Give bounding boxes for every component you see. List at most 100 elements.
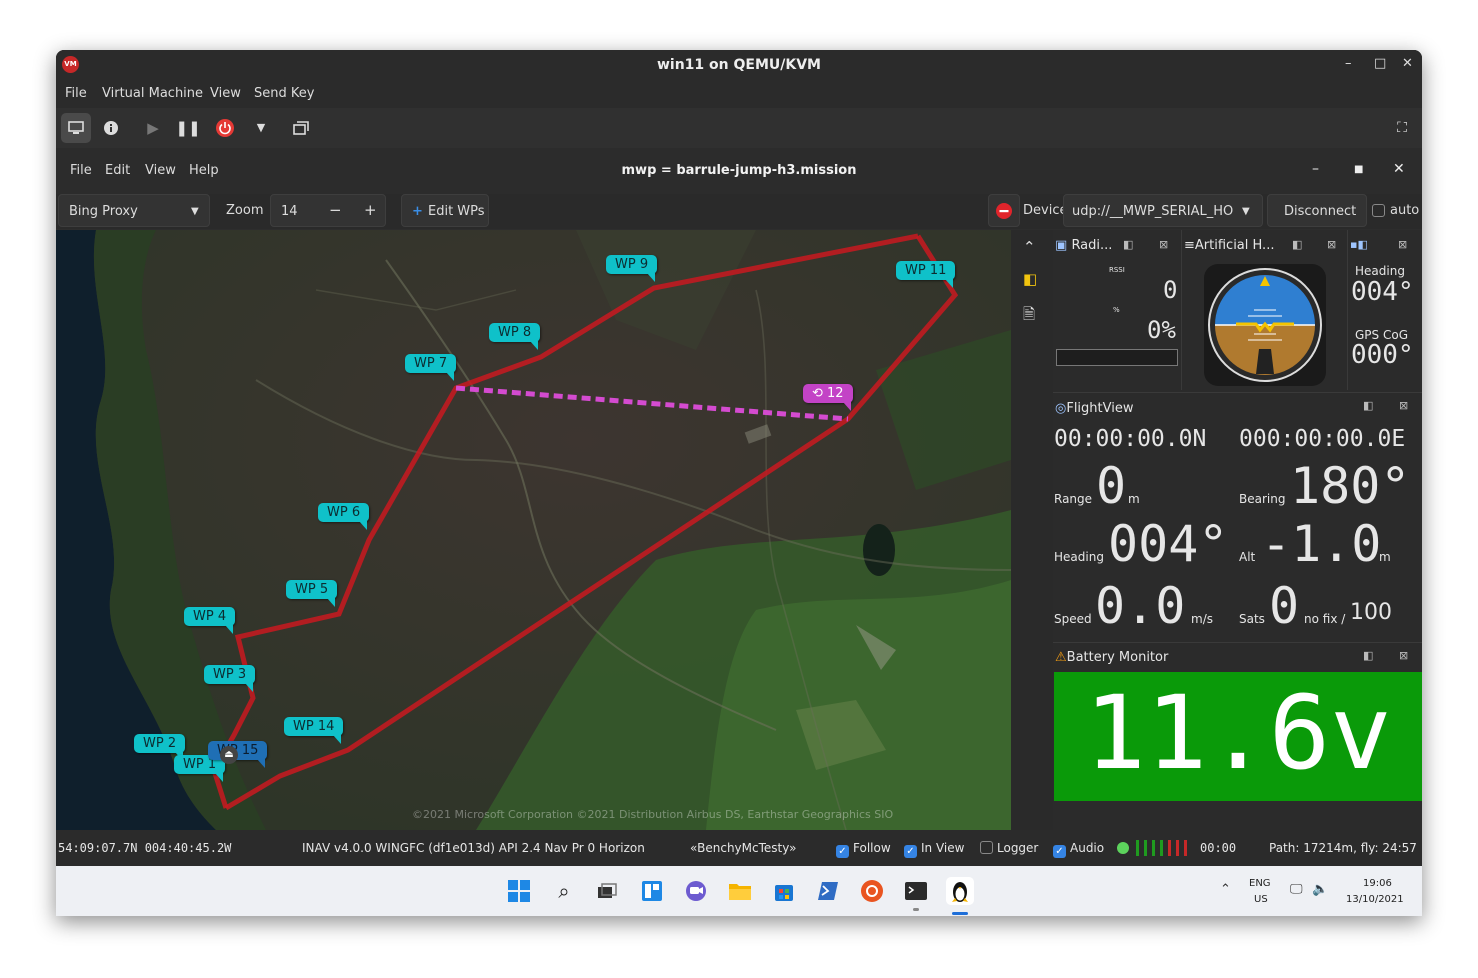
start-button[interactable] [505,877,533,905]
waypoint-2[interactable]: WP 2 [134,734,186,761]
bearing-label: Bearing [1239,492,1286,506]
audio-toggle[interactable]: ✓ Audio [1053,841,1104,858]
device-select[interactable]: udp://__MWP_SERIAL_HO ▼ [1063,194,1263,227]
flightview-panel: ◎FlightView ◧ ⊠ 00:00:00.0N 000:00:00.0E… [1053,392,1422,643]
radio-panel-float-icon[interactable]: ◧ [1123,238,1133,251]
logger-toggle[interactable]: Logger [980,841,1038,855]
waypoint-9[interactable]: WP 9 [606,255,658,282]
store-button[interactable] [770,877,798,905]
host-menu-file[interactable]: File [65,86,87,101]
map-source-value: Bing Proxy [69,204,138,219]
waypoint-5[interactable]: WP 5 [286,580,338,607]
linux-app-button[interactable] [946,877,974,905]
waypoint-4[interactable]: WP 4 [184,607,236,634]
store-icon [775,885,793,901]
waypoint-3[interactable]: WP 3 [204,665,256,692]
latitude-value: 00:00:00.0N [1054,426,1207,452]
windows-taskbar: ⌕ ⌃ ENG US 🖵 🔈 19:06 13/10/2021 [56,866,1422,916]
waypoint-6[interactable]: WP 6 [318,503,370,530]
maximize-icon[interactable]: □ [1374,56,1386,71]
status-bar: 54:09:07.7N 004:40:45.2W INAV v4.0.0 WIN… [56,830,1422,866]
details-button[interactable] [96,113,126,143]
radio-title: Radi... [1071,238,1113,253]
battery-float-icon[interactable]: ◧ [1363,649,1373,662]
fullscreen-button[interactable]: ⛶ [1387,113,1417,143]
tux-penguin-icon [952,882,968,902]
connection-status-button[interactable] [988,194,1020,227]
alt-label: Alt [1239,550,1256,564]
run-button[interactable]: ▶ [138,113,168,143]
app-maximize-icon[interactable]: ■ [1354,164,1363,175]
battery-close-icon[interactable]: ⊠ [1399,649,1408,662]
map-view[interactable]: WP 9 WP 11 WP 8 WP 7 WP 6 WP 5 WP 4 WP 3… [56,230,1011,830]
host-menu-view[interactable]: View [210,86,241,101]
wind-icon[interactable]: ⌃ [1023,238,1036,256]
battery-icon[interactable]: ◧ [1023,270,1037,288]
waypoint-14[interactable]: WP 14 [284,717,344,744]
monitor-icon [68,121,84,134]
flight-timer: 00:00 [1200,841,1237,855]
map-source-select[interactable]: Bing Proxy ▼ [58,194,210,227]
horizon-panel-title: ≡Artificial H... [1184,238,1274,253]
app-close-icon[interactable]: ✕ [1393,161,1405,177]
file-explorer-button[interactable] [726,877,754,905]
radio-panel-close-icon[interactable]: ⊠ [1159,238,1168,251]
search-button[interactable]: ⌕ [550,877,578,905]
zoom-spinner[interactable]: 14 − + [270,194,386,227]
map-attribution: ©2021 Microsoft Corporation ©2021 Distri… [412,808,894,821]
map-imagery [56,230,1011,830]
waypoint-7[interactable]: WP 7 [405,354,457,381]
disconnect-button[interactable]: Disconnect [1267,194,1367,227]
pause-button[interactable]: ❚❚ [173,113,203,143]
clock-time[interactable]: 19:06 [1363,878,1392,889]
waypoint-11[interactable]: WP 11 [896,261,956,288]
shutdown-menu-button[interactable]: ▼ [246,113,276,143]
widgets-button[interactable] [638,877,666,905]
chevron-up-icon[interactable]: ⌃ [1220,882,1231,897]
active-indicator [952,912,968,915]
snapshot-icon [293,121,309,135]
snapshots-button[interactable] [286,113,316,143]
auto-checkbox[interactable] [1372,204,1385,217]
windows-logo-icon [508,880,530,902]
hdop-value: 100 [1350,600,1392,625]
chat-button[interactable] [682,877,710,905]
document-search-icon[interactable]: 🗎 [1023,304,1035,329]
lang-bottom[interactable]: US [1254,894,1268,905]
host-menu-send-key[interactable]: Send Key [254,86,314,101]
minimize-icon[interactable]: – [1345,56,1352,71]
close-icon[interactable]: ✕ [1402,56,1413,71]
clock-date[interactable]: 13/10/2021 [1346,894,1404,905]
edit-wps-button[interactable]: + Edit WPs [401,194,489,227]
horizon-panel-float-icon[interactable]: ◧ [1292,238,1302,251]
shutdown-button[interactable] [210,113,240,143]
rssi-label: RSSI [1109,266,1125,274]
task-view-button[interactable] [593,877,621,905]
powershell-icon [818,882,838,900]
lang-top[interactable]: ENG [1249,878,1271,889]
zoom-plus-button[interactable]: + [364,201,377,219]
jump-marker-12[interactable]: ⟲ 12 [803,384,853,411]
guest-display[interactable]: File Edit View Help mwp = barrule-jump-h… [56,148,1422,866]
terminal-button[interactable] [902,877,930,905]
network-icon[interactable]: 🖵 [1290,882,1303,897]
sats-label: Sats [1239,612,1265,626]
ubuntu-button[interactable] [858,877,886,905]
disconnect-label: Disconnect [1284,204,1357,219]
in-view-toggle[interactable]: ✓ In View [904,841,964,858]
flightview-close-icon[interactable]: ⊠ [1399,399,1408,412]
host-menu-virtual-machine[interactable]: Virtual Machine [102,86,203,101]
follow-toggle[interactable]: ✓ Follow [836,841,891,858]
zoom-minus-button[interactable]: − [329,201,342,219]
volume-icon[interactable]: 🔈 [1312,882,1328,897]
console-view-button[interactable] [61,113,91,143]
waypoint-8[interactable]: WP 8 [489,323,541,350]
heading-panel-close-icon[interactable]: ⊠ [1398,238,1407,251]
checkbox-checked-icon: ✓ [904,845,917,858]
app-minimize-icon[interactable]: – [1312,161,1319,177]
flightview-float-icon[interactable]: ◧ [1363,399,1373,412]
home-icon[interactable]: ⏏ [220,746,238,764]
horizon-panel-close-icon[interactable]: ⊠ [1327,238,1336,251]
powershell-button[interactable] [814,877,842,905]
artificial-horizon-gauge [1204,264,1326,386]
